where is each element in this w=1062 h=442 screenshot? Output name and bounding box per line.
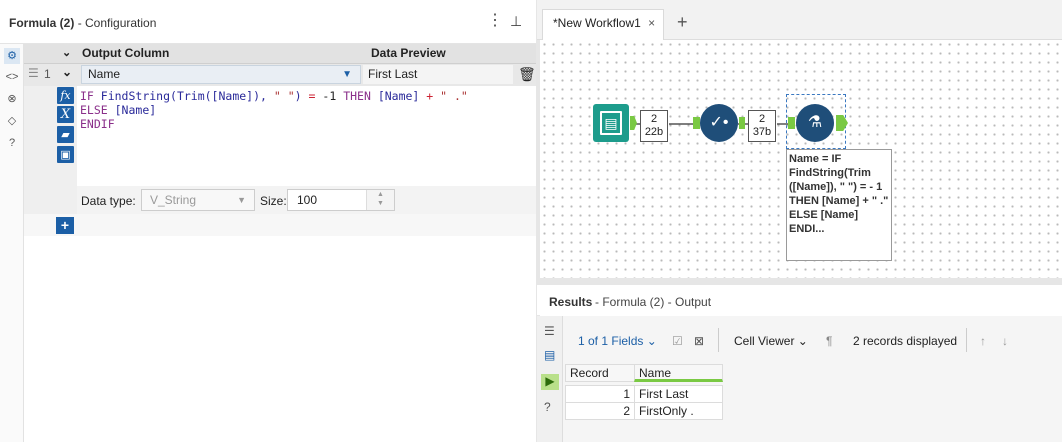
- data-type-label: Data type:: [81, 194, 136, 208]
- input-anchor-icon[interactable]: [693, 117, 700, 129]
- chevron-down-icon[interactable]: ⌄: [62, 46, 71, 59]
- size-label: Size:: [260, 194, 287, 208]
- list-icon[interactable]: ☰: [544, 324, 555, 338]
- tag-icon[interactable]: ◇: [4, 113, 20, 129]
- config-title: Formula (2) - Configuration: [9, 16, 157, 30]
- function-icon[interactable]: fx: [57, 87, 74, 104]
- gear-icon[interactable]: ⚙: [4, 48, 20, 64]
- name-column-header[interactable]: Name: [634, 364, 723, 382]
- record-count-badge: 2 37b: [748, 110, 776, 142]
- results-header: Results - Formula (2) - Output: [537, 285, 1062, 315]
- results-side-rail: ☰ ▤ ▶ ?: [537, 316, 563, 442]
- table-icon[interactable]: ▤: [544, 348, 555, 362]
- table-row-record[interactable]: 1: [565, 385, 635, 403]
- data-preview-cell: First Last: [363, 65, 513, 84]
- book-icon: ▤: [600, 111, 622, 135]
- more-options-icon[interactable]: ⋮: [487, 13, 503, 29]
- data-preview-header: Data Preview: [371, 46, 446, 60]
- dropdown-arrow-icon[interactable]: ▼: [342, 66, 352, 83]
- row-number: 1: [44, 67, 51, 81]
- arrow-up-icon[interactable]: ↑: [980, 334, 986, 348]
- add-row-bar: [24, 214, 536, 236]
- config-side-rail: ⚙ <> ⊗ ◇ ?: [0, 44, 24, 442]
- table-row-name[interactable]: First Last: [634, 385, 723, 403]
- help-icon[interactable]: ?: [4, 135, 20, 151]
- pin-icon[interactable]: ⊥: [510, 13, 522, 30]
- results-title: Results: [549, 295, 593, 309]
- help-icon[interactable]: ?: [544, 400, 551, 414]
- records-count: 2 records displayed: [853, 334, 958, 348]
- add-tab-icon[interactable]: +: [677, 12, 688, 33]
- variables-icon[interactable]: X: [57, 106, 74, 123]
- save-icon[interactable]: ▣: [57, 146, 74, 163]
- record-column-header[interactable]: Record: [565, 364, 635, 382]
- divider: [718, 328, 719, 352]
- trash-icon[interactable]: 🗑: [518, 66, 536, 83]
- add-formula-button[interactable]: +: [56, 217, 74, 234]
- table-row-name[interactable]: FirstOnly .: [634, 402, 723, 420]
- results-subtitle: - Formula (2) - Output: [595, 295, 712, 309]
- output-anchor-icon[interactable]: [739, 117, 745, 129]
- tool-annotation: Name = IF FindString(Trim ([Name]), " ")…: [786, 149, 892, 261]
- arrow-down-icon[interactable]: ↓: [1002, 334, 1008, 348]
- expression-text[interactable]: IF FindString(Trim([Name]), " ") = -1 TH…: [80, 89, 468, 131]
- grid-empty-area: [24, 236, 536, 442]
- fields-dropdown[interactable]: 1 of 1 Fields ⌄: [578, 334, 657, 348]
- input-anchor-icon[interactable]: [788, 117, 795, 129]
- divider: [966, 328, 967, 352]
- open-folder-icon[interactable]: ▰: [57, 126, 74, 143]
- tag-icon[interactable]: ▶: [541, 374, 559, 390]
- clear-icon[interactable]: ⊠: [694, 334, 704, 348]
- stepper-icon[interactable]: ▲ ▼: [366, 190, 394, 210]
- close-icon[interactable]: ×: [648, 16, 655, 30]
- input-data-tool[interactable]: ▤: [593, 104, 629, 142]
- chevron-down-icon[interactable]: ⌄: [62, 65, 72, 79]
- record-count-badge: 2 22b: [640, 110, 668, 142]
- check-icon[interactable]: ☑: [672, 334, 683, 348]
- output-column-select[interactable]: Name ▼: [81, 65, 361, 84]
- dropdown-arrow-icon[interactable]: ▼: [237, 190, 246, 210]
- table-row-record[interactable]: 2: [565, 402, 635, 420]
- select-tool[interactable]: ✓•: [700, 104, 738, 142]
- formula-tool[interactable]: ⚗: [796, 104, 834, 142]
- drag-handle-icon[interactable]: ☰: [28, 66, 39, 80]
- grid-header: ⌄ Output Column Data Preview: [24, 44, 536, 64]
- size-input[interactable]: 100 ▲ ▼: [287, 189, 395, 211]
- annotation-icon[interactable]: ⊗: [4, 91, 20, 107]
- paragraph-icon[interactable]: ¶: [826, 334, 832, 348]
- cell-viewer-dropdown[interactable]: Cell Viewer ⌄: [734, 334, 808, 348]
- data-type-select[interactable]: V_String ▼: [141, 189, 255, 211]
- code-icon[interactable]: <>: [4, 69, 20, 85]
- output-column-header: Output Column: [82, 46, 170, 60]
- tab-new-workflow[interactable]: *New Workflow1 ×: [542, 9, 664, 40]
